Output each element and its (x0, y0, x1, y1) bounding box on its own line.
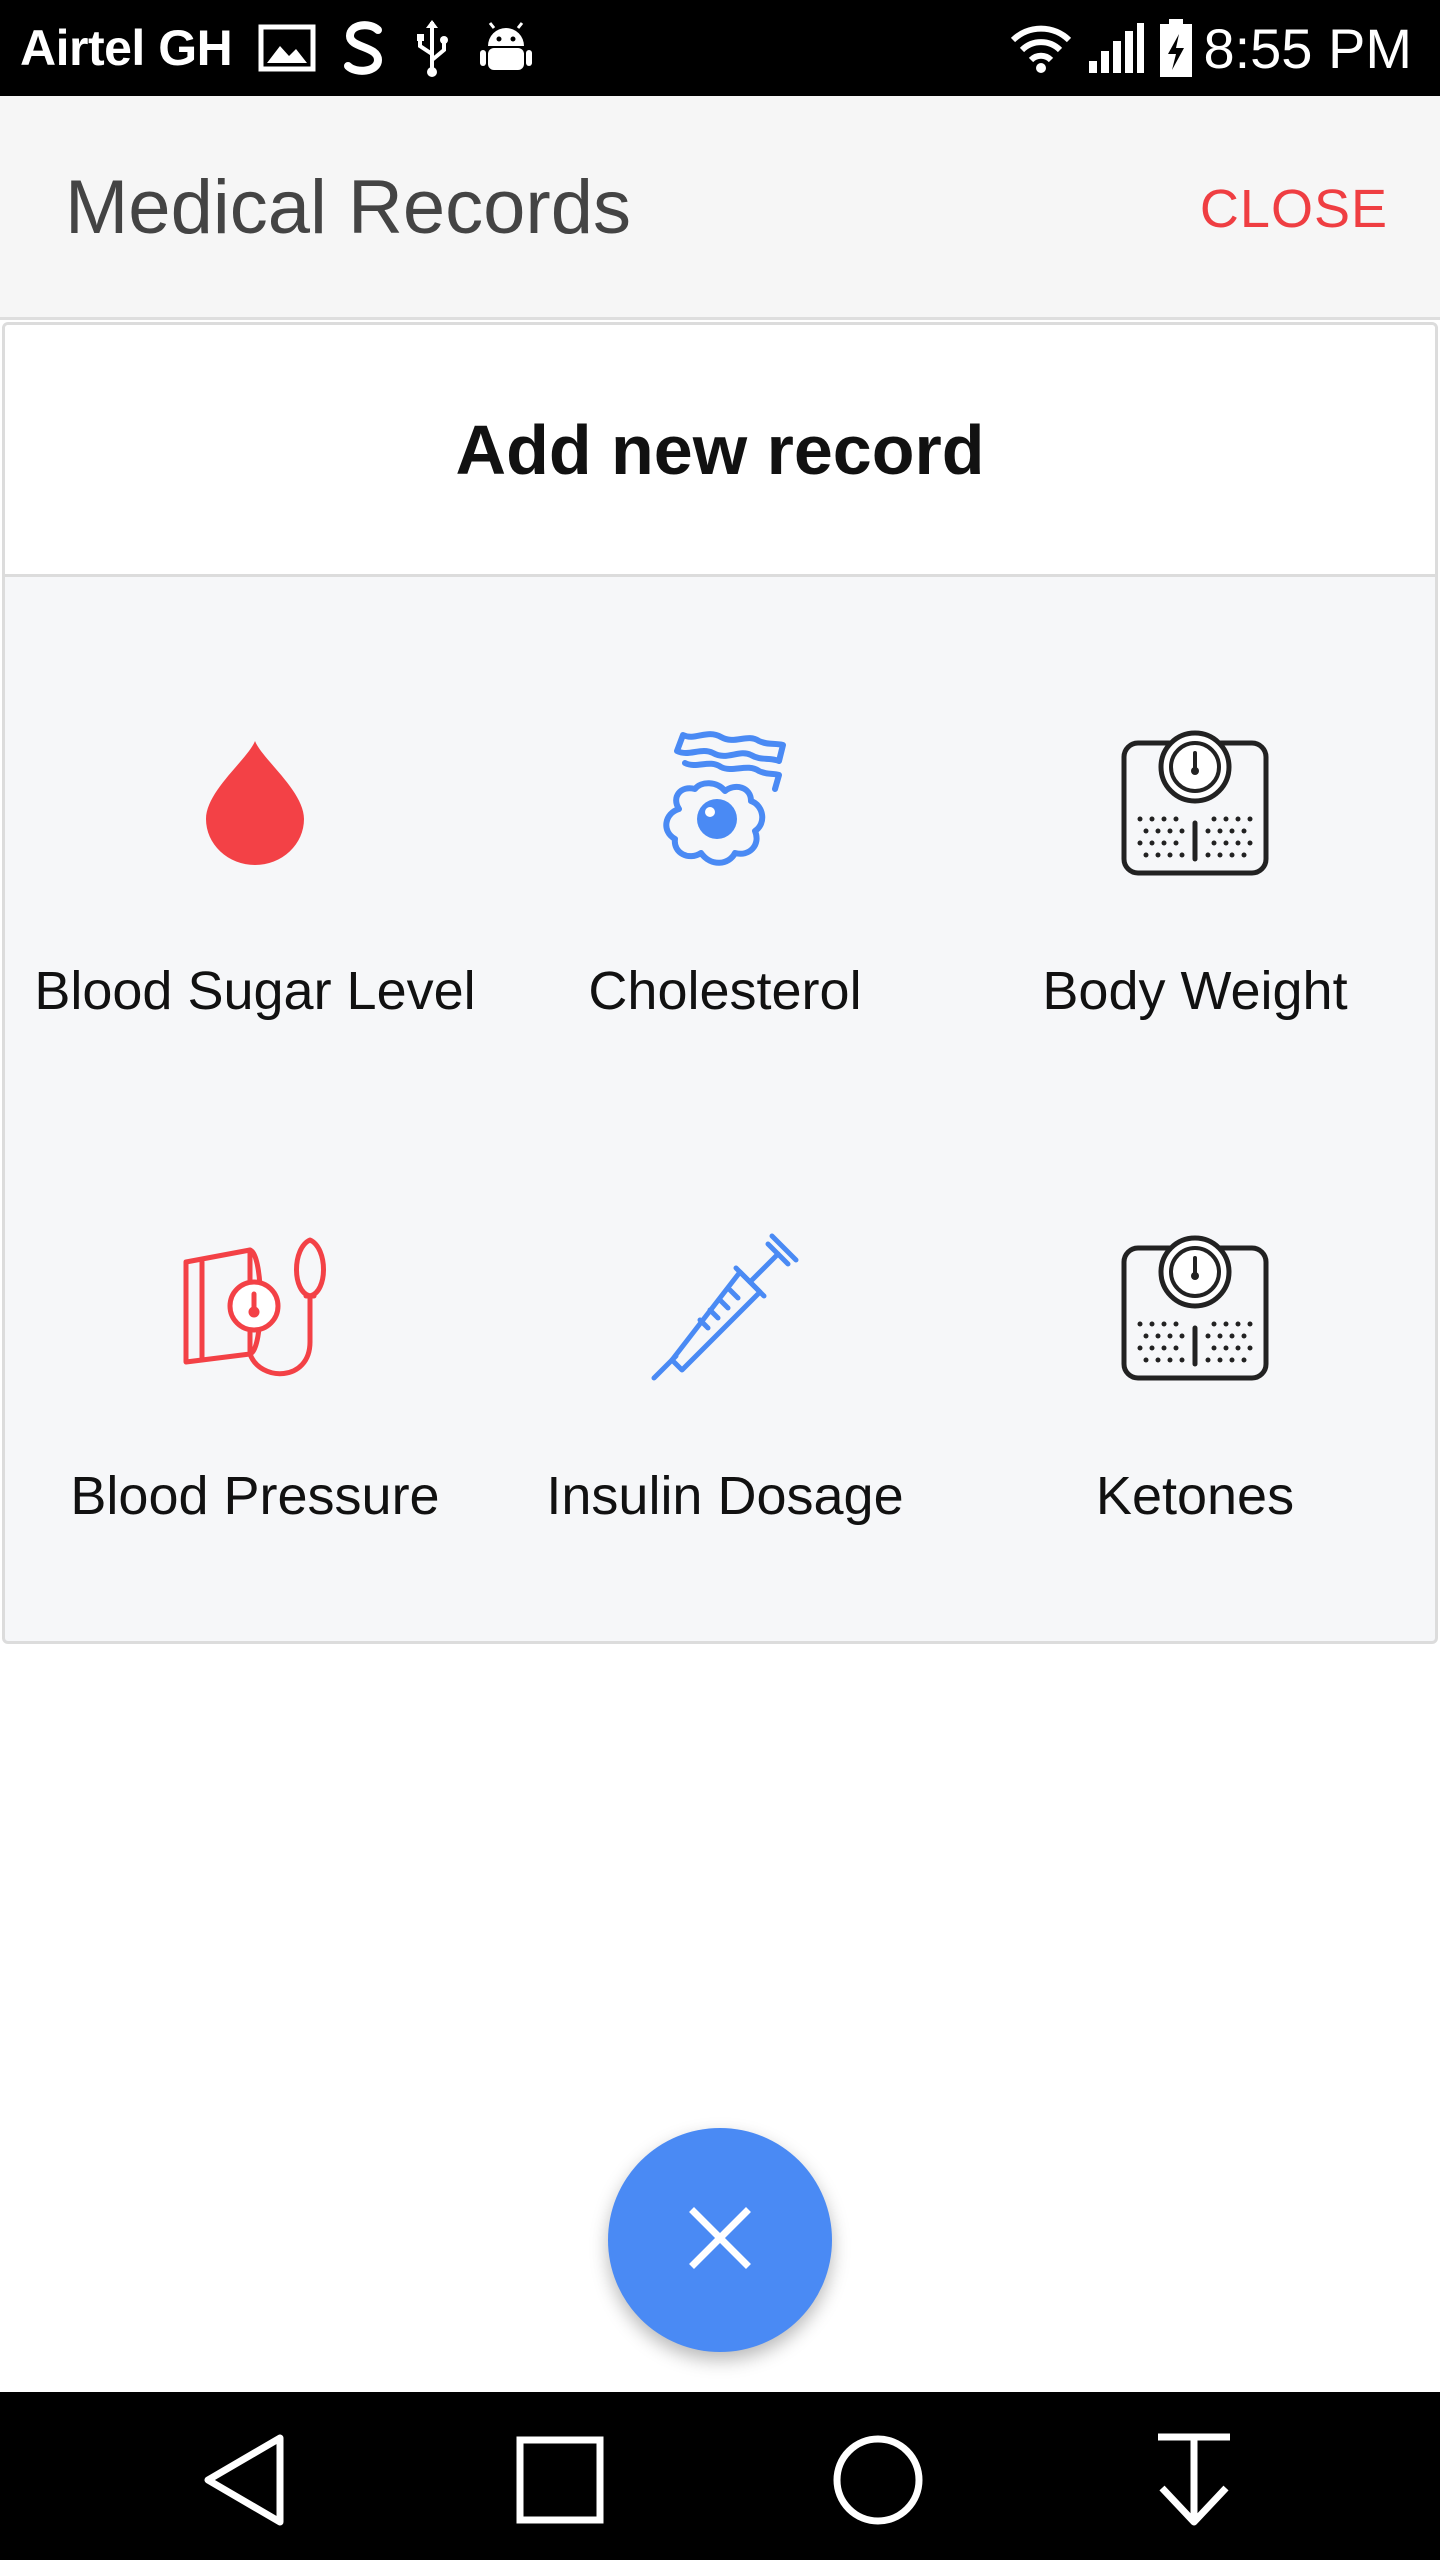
hide-keyboard-button[interactable] (1144, 2432, 1244, 2532)
home-button[interactable] (828, 2432, 928, 2532)
close-fab-button[interactable] (608, 2128, 832, 2352)
record-type-label: Ketones (1095, 1466, 1295, 1526)
hide-keyboard-icon (1154, 2432, 1234, 2533)
weighing-scale-icon (1110, 1222, 1280, 1392)
status-right: 8:55 PM (983, 16, 1412, 81)
add-record-card: Add new record Blood Sugar Level Cholest… (2, 322, 1438, 1644)
record-type-label: Insulin Dosage (546, 1466, 904, 1526)
record-type-label: Cholesterol (588, 961, 862, 1021)
wifi-icon (1009, 22, 1073, 74)
status-bar: Airtel GH 8:55 PM (0, 0, 1440, 96)
record-type-insulin[interactable]: Insulin Dosage (490, 1222, 960, 1538)
carrier-name: Airtel GH (20, 20, 233, 76)
battery-charging-icon (1159, 18, 1193, 78)
record-type-blood-sugar[interactable]: Blood Sugar Level (20, 717, 490, 1033)
status-time: 8:55 PM (1203, 16, 1412, 80)
navigation-bar (0, 2392, 1440, 2560)
screen: Airtel GH 8:55 PM Medical Records CLOSE … (0, 0, 1440, 2560)
s-app-icon (342, 20, 386, 76)
app-header: Medical Records CLOSE (0, 96, 1440, 320)
close-button[interactable]: CLOSE (1200, 178, 1388, 240)
page-title: Medical Records (65, 165, 631, 250)
bacon-egg-icon (640, 717, 810, 887)
back-icon (200, 2432, 290, 2533)
record-type-grid: Blood Sugar Level Cholesterol Body Weigh… (5, 577, 1435, 1641)
home-icon (832, 2434, 924, 2531)
android-debug-icon (478, 22, 534, 74)
close-icon (688, 2206, 752, 2275)
image-icon (258, 24, 316, 72)
syringe-icon (640, 1222, 810, 1392)
signal-icon (1087, 21, 1145, 75)
recents-icon (515, 2435, 605, 2530)
record-type-label: Blood Sugar Level (34, 961, 476, 1021)
weighing-scale-icon (1110, 717, 1280, 887)
recents-button[interactable] (510, 2432, 610, 2532)
record-type-blood-pressure[interactable]: Blood Pressure (20, 1222, 490, 1538)
record-type-label: Body Weight (1042, 961, 1348, 1021)
card-title: Add new record (455, 410, 985, 489)
blood-drop-icon (170, 717, 340, 887)
blood-pressure-cuff-icon (170, 1222, 340, 1392)
record-type-body-weight[interactable]: Body Weight (960, 717, 1430, 1033)
usb-icon (412, 18, 452, 78)
card-header: Add new record (5, 325, 1435, 577)
status-left: Airtel GH (20, 18, 534, 78)
record-type-ketones[interactable]: Ketones (960, 1222, 1430, 1538)
back-button[interactable] (195, 2432, 295, 2532)
record-type-label: Blood Pressure (70, 1466, 440, 1526)
record-type-cholesterol[interactable]: Cholesterol (490, 717, 960, 1033)
